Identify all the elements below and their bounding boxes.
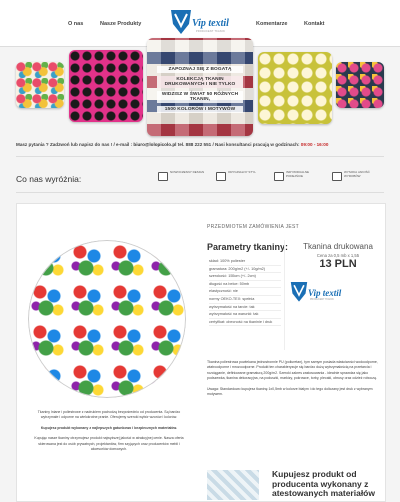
feature-label: INDYWIDUALNE PODEJŚCIE [286,170,310,178]
product-price: 13 PLN [319,258,357,270]
promo-line-3: WIDZISZ W ŚWIAT 50 RÓŻNYCH TKANIN, [157,91,243,103]
working-hours: 09:00 - 16:00 [300,142,329,147]
nav-link-about[interactable]: O nas [68,21,83,27]
param-item: elastyczność: nie [209,288,281,296]
product-description-left: Tkaniny lniane i poliestrowe z nadrukiem… [30,410,188,457]
pillow-image-5 [336,62,384,108]
hours-label: / Nasi konsultanci pracują w godzinach: [211,142,301,147]
brand-name: Vip textil [308,288,342,298]
feature-item: INDYWIDUALNE PODEJŚCIE [274,170,324,190]
param-item: wytrzymałość na warunki: tak [209,311,281,319]
params-title: Parametry tkaniny: [207,242,289,252]
email-label: / e-mail : [113,142,134,147]
brand-logo-small: Vip textil PRODUCENT TKANIN [288,278,358,306]
param-item: wytrzymałość na tarcie: tak [209,304,281,312]
product-name: Tkanina drukowana [303,242,373,251]
divider [16,156,384,157]
feature-label: NOWOCZESNY DESIGN [170,170,205,174]
brand-logo[interactable]: Vip textil PRODUCENT TKANIN [170,8,234,38]
promo-line-2: KOLEKCJĄ TKANIN DRUKOWANYCH I NIE TYLKO [157,76,243,88]
param-item: gramatura: 200g/m2 (+/- 10g/m2) [209,266,281,274]
email-link[interactable]: biuro@lolopicolo.pl [133,142,176,147]
contact-bar: Masz pytania ? Zadzwoń lub napisz do nas… [16,142,386,147]
style-icon [216,172,226,181]
description-paragraph: Kupujesz produkt wykonany z najlepszych … [40,425,178,430]
shield-logo-icon [171,10,191,34]
feature-item: WYSOKA JAKOŚĆ WYROBÓW [332,170,382,190]
param-item: normy OEKO-TEX: spełnia [209,296,281,304]
product-description: Tkanina poliestrowa powlekana jednostron… [207,360,379,402]
brand-tagline: PRODUCENT TKANIN [310,299,334,301]
description-paragraph: Uwaga: Standardowo kupujesz tkaninę 1x0,… [207,386,373,397]
description-paragraph: Tkaniny lniane i poliestrowe z nadrukiem… [37,410,181,420]
param-item: długość na belce: 50mb [209,281,281,289]
approach-icon [274,172,284,181]
nav-link-products[interactable]: Nasze Produkty [100,21,141,27]
quality-promo-title: Kupujesz produkt od producenta wykonany … [272,469,375,498]
feature-label: ORYGINALNY STYL [228,170,256,174]
feature-label: WYSOKA JAKOŚĆ WYROBÓW [344,170,370,178]
pillow-image-2 [69,50,143,122]
nav-link-comments[interactable]: Komentarze [256,21,287,27]
vertical-divider [284,240,285,350]
description-paragraph: Tkanina poliestrowa powlekana jednostron… [207,360,378,381]
hero-promo-text: ZAPOZNAJ SIĘ Z BOGATĄ KOLEKCJĄ TKANIN DR… [157,66,243,116]
pillow-image-1 [16,62,64,108]
param-item: certyfikat: obecność na tkaninie i druk [209,319,281,327]
order-subject-label: PRZEDMIOTEM ZAMÓWIENIA JEST [207,224,299,230]
nav-link-contact[interactable]: Kontakt [304,21,324,27]
feature-item: NOWOCZESNY DESIGN [158,170,208,190]
fabric-thumbnail [207,470,259,500]
shield-logo-icon [290,282,308,302]
description-paragraph: Kupując nasze tkaniny otrzymujesz produk… [34,436,184,452]
brand-name: Vip textil [192,18,229,29]
param-item: szerokość: 155cm (+/- 2cm) [209,273,281,281]
brand-tagline: PRODUCENT TKANIN [196,30,225,33]
promo-line-4: 1500 KOLORÓW I MOTYWÓW [157,106,243,113]
feature-item: ORYGINALNY STYL [216,170,266,190]
quality-icon [332,172,342,181]
features-section: Co nas wyróżnia: NOWOCZESNY DESIGN ORYGI… [0,160,400,192]
phone-number[interactable]: 888 222 551 [186,142,212,147]
fabric-pattern-image[interactable] [28,240,186,398]
features-title: Co nas wyróżnia: [16,174,82,184]
param-item: skład: 100% poliester [209,258,281,266]
promo-line-1: ZAPOZNAJ SIĘ Z BOGATĄ [157,66,243,73]
divider [16,192,384,193]
contact-question: Masz pytania ? Zadzwoń lub napisz do nas… [16,142,114,147]
design-icon [158,172,168,181]
phone-label: tel. [177,142,186,147]
fabric-params-list: skład: 100% poliester gramatura: 200g/m2… [209,258,281,327]
pillow-image-4 [258,52,332,124]
